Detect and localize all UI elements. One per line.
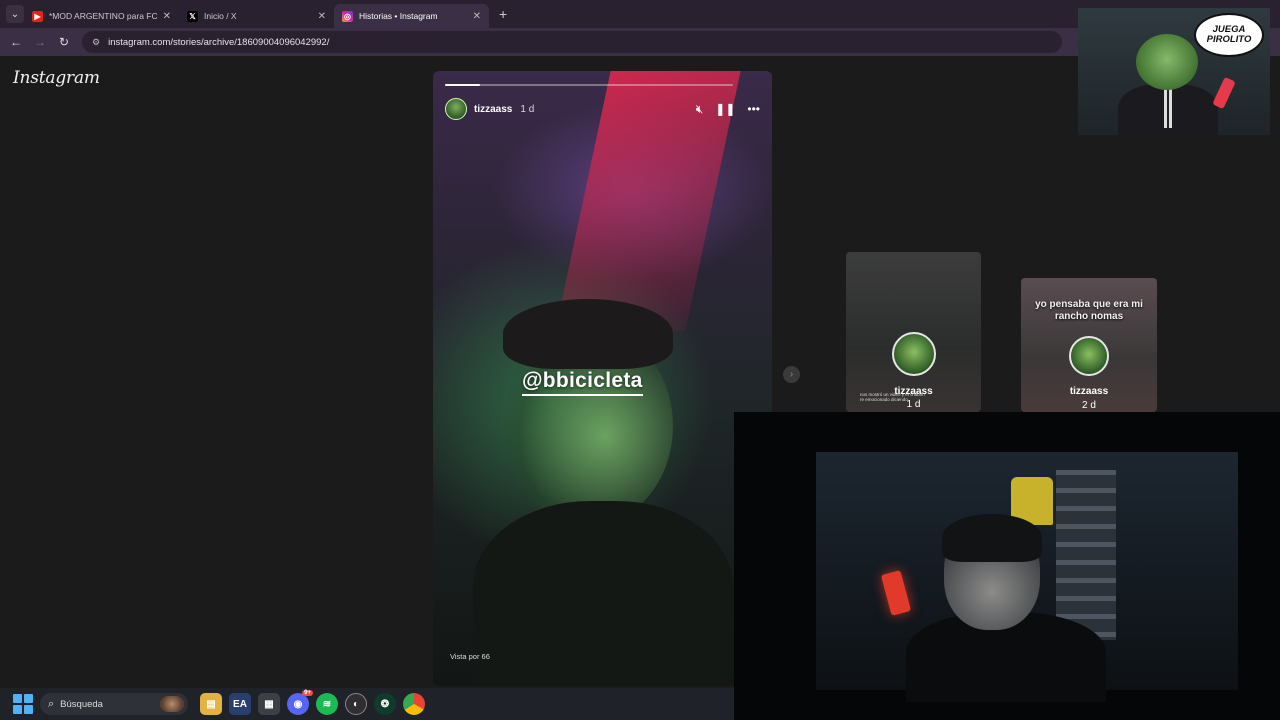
overlay-tie: [1164, 88, 1172, 128]
tab-search-chevron-icon[interactable]: ⌄: [6, 5, 24, 23]
story-image-body: [473, 501, 733, 686]
next-story-arrow-icon[interactable]: ›: [783, 366, 800, 383]
thumbnail-username: tizzaass: [1069, 386, 1109, 397]
back-arrow-icon[interactable]: ←: [4, 35, 28, 49]
bubble-line: PIROLITO: [1206, 34, 1252, 45]
instagram-logo[interactable]: Instagram: [13, 68, 100, 88]
razer-icon[interactable]: ❂: [374, 693, 396, 715]
avatar[interactable]: [445, 98, 467, 120]
tab-youtube[interactable]: ▶ *MOD ARGENTINO para FC ✕: [24, 4, 179, 28]
reload-icon[interactable]: ↻: [52, 35, 76, 49]
webcam-room: [816, 452, 1238, 702]
thumbnail-username: tizzaass: [894, 386, 933, 397]
story-image-hair: [503, 299, 673, 369]
windows-start-icon[interactable]: [13, 694, 33, 714]
more-options-icon[interactable]: •••: [747, 102, 760, 116]
instagram-icon: ◎: [342, 10, 353, 22]
file-explorer-icon[interactable]: ▤: [200, 693, 222, 715]
taskbar-search[interactable]: ⌕ Búsqueda: [40, 693, 188, 715]
tab-x[interactable]: 𝕏 Inicio / X ✕: [179, 4, 334, 28]
story-thumbnail[interactable]: yo pensaba que era mi rancho nomas tizza…: [1021, 278, 1157, 412]
new-tab-button[interactable]: +: [499, 6, 507, 22]
story-thumbnail[interactable]: nos mostró un video y el chabón re emoci…: [846, 252, 981, 412]
x-icon: 𝕏: [187, 10, 198, 22]
discord-icon[interactable]: ◉ 9+: [287, 690, 313, 715]
url-field[interactable]: ⚙ instagram.com/stories/archive/18609004…: [82, 31, 1062, 53]
ea-app-icon[interactable]: EA: [229, 693, 251, 715]
site-info-icon[interactable]: ⚙: [92, 37, 100, 48]
story-progress-bar: [445, 84, 733, 86]
frog-avatar-overlay: JUEGA PIROLITO: [1078, 8, 1270, 135]
notification-badge: 9+: [302, 690, 313, 696]
close-icon[interactable]: ✕: [318, 11, 326, 22]
screen: ⌄ ▶ *MOD ARGENTINO para FC ✕ 𝕏 Inicio / …: [0, 0, 1280, 720]
webcam-person-hair: [942, 514, 1042, 562]
url-text: instagram.com/stories/archive/1860900409…: [108, 36, 330, 48]
search-highlight-icon: [160, 696, 184, 712]
obs-icon[interactable]: ◐: [345, 693, 367, 715]
mute-icon[interactable]: 🔇︎: [696, 102, 704, 117]
mention-sticker[interactable]: @bbicicleta: [522, 369, 643, 396]
tab-instagram[interactable]: ◎ Historias • Instagram ✕: [334, 4, 489, 28]
thumbnail-timestamp: 1 d: [906, 399, 921, 410]
tab-label: Inicio / X: [204, 11, 237, 21]
avatar: [1069, 336, 1109, 376]
search-icon: ⌕: [48, 697, 55, 710]
chrome-icon[interactable]: [403, 693, 425, 715]
speech-bubble: JUEGA PIROLITO: [1194, 13, 1264, 57]
avatar: [891, 332, 936, 376]
webcam-red-microphone: [880, 570, 912, 616]
pause-icon[interactable]: ❚❚: [715, 102, 735, 116]
overlay-microphone: [1212, 76, 1236, 110]
thumbnail-caption: yo pensaba que era mi rancho nomas: [1035, 299, 1143, 322]
story-header: tizzaass 1 d 🔇︎ ❚❚ •••: [445, 98, 760, 120]
webcam-overlay: [734, 412, 1280, 720]
tab-label: Historias • Instagram: [359, 11, 438, 21]
story-username[interactable]: tizzaass: [474, 104, 512, 115]
story-progress-fill: [445, 84, 480, 86]
close-icon[interactable]: ✕: [473, 11, 481, 22]
search-placeholder: Búsqueda: [60, 698, 103, 710]
thumbnail-timestamp: 2 d: [1082, 400, 1096, 411]
story-viewer[interactable]: tizzaass 1 d 🔇︎ ❚❚ ••• @bbicicleta Vista…: [433, 71, 772, 686]
youtube-icon: ▶: [32, 10, 43, 22]
windows-taskbar: ⌕ Búsqueda ▤ EA ▦ ◉ 9+ ≋ ◐ ❂: [0, 688, 734, 720]
close-icon[interactable]: ✕: [163, 11, 171, 22]
story-view-count[interactable]: Vista por 66: [450, 652, 490, 661]
spotify-icon[interactable]: ≋: [316, 693, 338, 715]
tab-label: *MOD ARGENTINO para FC: [49, 11, 157, 21]
microsoft-store-icon[interactable]: ▦: [258, 693, 280, 715]
frog-head-image: [1136, 34, 1198, 90]
story-controls: 🔇︎ ❚❚ •••: [696, 102, 760, 117]
forward-arrow-icon[interactable]: →: [28, 35, 52, 49]
webcam-shelf: [1056, 470, 1116, 640]
story-timestamp: 1 d: [520, 103, 535, 115]
